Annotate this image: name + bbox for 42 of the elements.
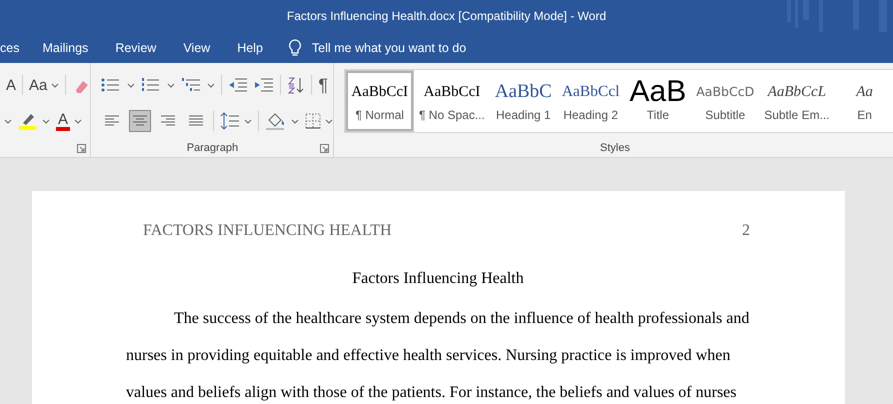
decrease-indent-icon[interactable]	[228, 77, 248, 93]
ribbon-tab[interactable]: ces	[0, 36, 20, 58]
dialog-launcher-icon[interactable]	[77, 144, 86, 153]
caret-icon[interactable]	[127, 82, 136, 88]
highlighter-icon[interactable]	[18, 111, 38, 131]
document-title: Factors Influencing Health	[351, 270, 525, 288]
borders-icon[interactable]	[305, 113, 322, 129]
ribbon-tab[interactable]: Review	[115, 36, 156, 58]
align-center-button[interactable]	[129, 110, 152, 132]
line-spacing-icon[interactable]	[220, 112, 240, 130]
group-label: Styles	[598, 142, 631, 154]
ribbon-tab[interactable]: Mailings	[42, 36, 88, 58]
increase-indent-icon[interactable]	[254, 77, 274, 93]
align-right-icon	[160, 115, 176, 127]
dialog-launcher-icon[interactable]	[320, 144, 330, 153]
caret-icon[interactable]	[291, 118, 300, 124]
font-color-button[interactable]: A	[56, 112, 70, 130]
caret-icon[interactable]	[167, 82, 176, 88]
caret-icon[interactable]	[42, 118, 50, 124]
grow-font-button[interactable]: A	[6, 76, 16, 94]
window-title: Factors Influencing Health.docx [Compatibility Mode] - Word	[286, 9, 606, 23]
caret-icon[interactable]	[74, 118, 82, 124]
page-number: 2	[742, 222, 750, 240]
caret-icon[interactable]	[207, 82, 216, 88]
caret-icon[interactable]	[325, 118, 334, 124]
caret-icon[interactable]	[4, 118, 12, 124]
lightbulb-icon	[288, 38, 302, 56]
caret-icon[interactable]	[244, 118, 252, 124]
ribbon-tab[interactable]: View	[183, 36, 210, 58]
align-justify-icon	[188, 115, 204, 127]
group-label: Paragraph	[186, 142, 240, 154]
change-case-button[interactable]: Aa	[29, 76, 48, 94]
align-left-icon	[104, 115, 120, 127]
running-head: FACTORS INFLUENCING HEALTH	[143, 222, 392, 240]
align-center-icon	[132, 115, 148, 127]
caret-icon[interactable]	[51, 82, 60, 88]
style-option[interactable]: AaBbCcI ¶ Normal	[346, 71, 414, 131]
show-formatting-marks-button[interactable]: ¶	[318, 74, 328, 96]
body-paragraph: The success of the healthcare system depends on the influence of health professionals and nurses in providing equitable and effective health services. Nursing practice is improved when values and beliefs align with those of the patients. For instance, the beliefs and values of nurses	[126, 309, 750, 403]
ribbon-tab[interactable]: Help	[237, 36, 263, 58]
tell-me-field[interactable]: Tell me what you want to do	[312, 40, 512, 54]
sort-icon[interactable]	[287, 76, 306, 94]
